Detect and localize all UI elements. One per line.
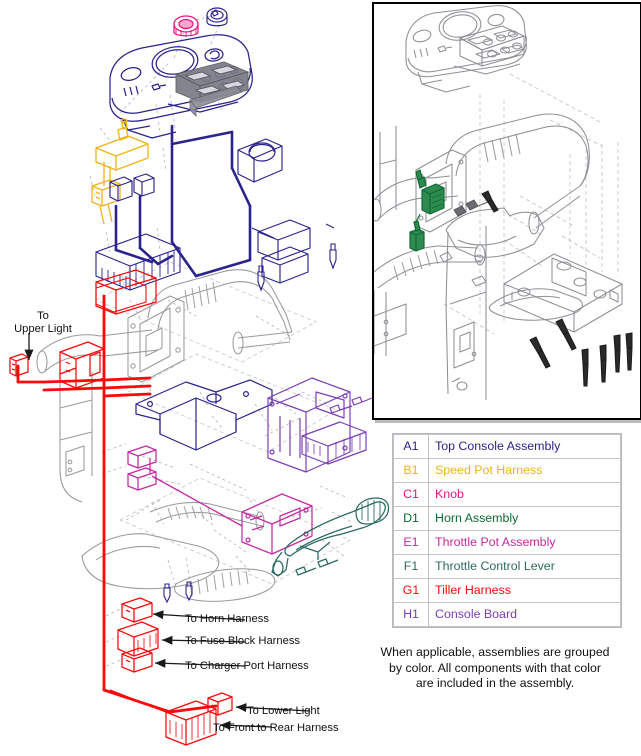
part-console-board-bracket bbox=[135, 379, 273, 451]
legend-row-g1: G1 Tiller Harness bbox=[393, 578, 621, 603]
legend-label-b1: Speed Pot Harness bbox=[428, 458, 621, 483]
legend-code-a1: A1 bbox=[393, 434, 429, 459]
legend-code-d1: D1 bbox=[393, 506, 429, 531]
part-h1-console-board bbox=[267, 377, 373, 473]
legend-row-e1: E1 Throttle Pot Assembly bbox=[393, 530, 621, 555]
legend-note: When applicable, assemblies are grouped … bbox=[355, 645, 635, 692]
legend-row-h1: H1 Console Board bbox=[393, 602, 621, 627]
callout-lower-light: To Lower Light bbox=[247, 705, 320, 717]
legend-label-d1: Horn Assembly bbox=[428, 506, 621, 531]
callout-upper-light: To Upper Light bbox=[6, 310, 80, 335]
legend-code-g1: G1 bbox=[393, 578, 429, 603]
legend-label-g1: Tiller Harness bbox=[428, 578, 621, 603]
legend-table: A1 Top Console Assembly B1 Speed Pot Har… bbox=[392, 433, 622, 628]
callout-fuse-block-harness: To Fuse Block Harness bbox=[185, 635, 301, 647]
diagram-canvas: A1 Top Console Assembly B1 Speed Pot Har… bbox=[0, 0, 641, 756]
legend-row-a1: A1 Top Console Assembly bbox=[393, 434, 621, 459]
navy-multipin-connector bbox=[95, 233, 181, 291]
callout-charger-port-harness: To Charger Port Harness bbox=[185, 660, 309, 672]
legend-note-line-2: by color. All components with that color bbox=[389, 660, 601, 675]
callout-front-to-rear-harness: To Front to Rear Harness bbox=[213, 722, 339, 734]
legend-label-h1: Console Board bbox=[428, 602, 621, 627]
legend-row-b1: B1 Speed Pot Harness bbox=[393, 458, 621, 483]
legend-label-a1: Top Console Assembly bbox=[428, 434, 621, 459]
legend-note-line-3: are included in the assembly. bbox=[415, 676, 575, 690]
callout-upper-light-line2: Upper Light bbox=[14, 322, 72, 335]
legend-row-c1: C1 Knob bbox=[393, 482, 621, 507]
legend-code-f1: F1 bbox=[393, 554, 429, 579]
part-f1-throttle-control-lever bbox=[271, 497, 390, 577]
part-e1-throttle-pot-assembly bbox=[127, 445, 313, 555]
legend-code-e1: E1 bbox=[393, 530, 429, 555]
legend-code-h1: H1 bbox=[393, 602, 429, 627]
legend-row-f1: F1 Throttle Control Lever bbox=[393, 554, 621, 579]
tiller-harness-connectors bbox=[9, 269, 233, 746]
part-c1-knob bbox=[173, 15, 199, 37]
part-g1-tiller-harness bbox=[16, 294, 218, 714]
legend-code-b1: B1 bbox=[393, 458, 429, 483]
projection-lines bbox=[89, 13, 353, 667]
inset-detail-panel bbox=[372, 2, 641, 420]
legend-label-c1: Knob bbox=[428, 482, 621, 507]
legend-code-c1: C1 bbox=[393, 482, 429, 507]
callout-upper-light-line1: To bbox=[37, 310, 49, 322]
legend-label-f1: Throttle Control Lever bbox=[428, 554, 621, 579]
legend-label-e1: Throttle Pot Assembly bbox=[428, 530, 621, 555]
inset-horn-part bbox=[409, 169, 445, 252]
inset-detail-artwork bbox=[374, 5, 633, 400]
legend-note-line-1: When applicable, assemblies are grouped bbox=[380, 645, 610, 659]
callout-horn-harness: To Horn Harness bbox=[185, 613, 269, 625]
legend-row-d1: D1 Horn Assembly bbox=[393, 506, 621, 531]
